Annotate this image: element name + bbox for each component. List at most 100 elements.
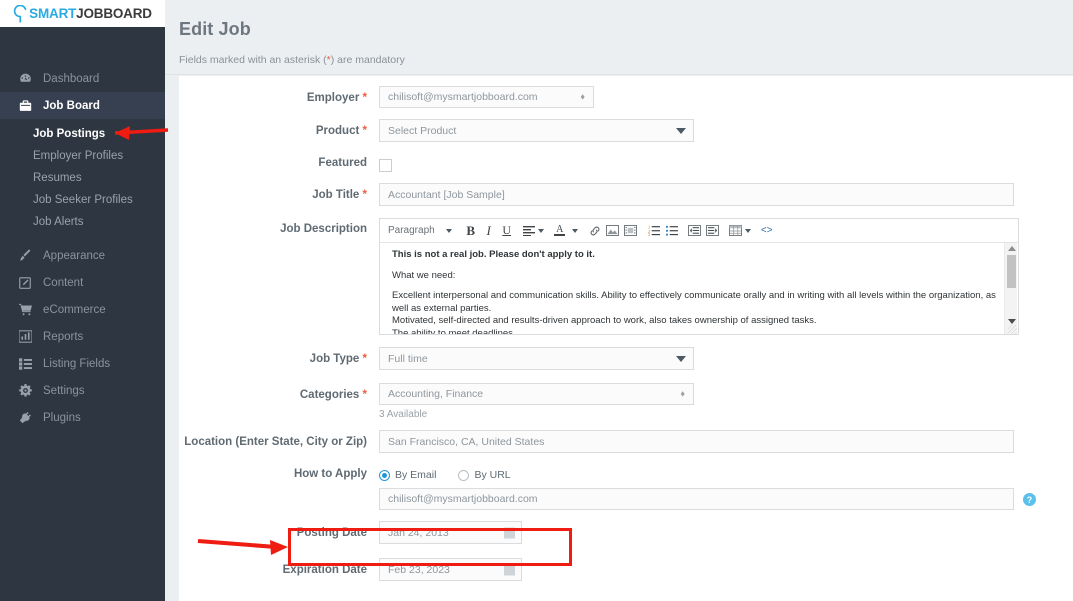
- help-icon[interactable]: ?: [1023, 493, 1036, 506]
- list-icon: [16, 357, 34, 370]
- text-color-button[interactable]: A: [551, 220, 569, 242]
- outdent-icon[interactable]: [686, 220, 704, 242]
- text-color-caret-icon[interactable]: [569, 220, 581, 242]
- unordered-list-icon[interactable]: [663, 220, 681, 242]
- updown-arrows-icon: ♦: [680, 388, 685, 399]
- sidebar-item-content[interactable]: Content: [0, 269, 165, 296]
- job-title-input[interactable]: Accountant [Job Sample]: [379, 183, 1014, 206]
- calendar-icon[interactable]: [504, 564, 515, 575]
- sidebar-item-label: Settings: [43, 384, 85, 397]
- employer-value: chilisoft@mysmartjobboard.com: [388, 91, 538, 103]
- scrollbar-thumb[interactable]: [1007, 255, 1016, 288]
- location-label: Location (Enter State, City or Zip): [184, 436, 367, 448]
- job-type-select[interactable]: Full time: [379, 347, 694, 370]
- editor-line-2: What we need:: [392, 269, 456, 281]
- how-to-apply-value: chilisoft@mysmartjobboard.com: [388, 493, 538, 505]
- product-label: Product *: [315, 125, 367, 137]
- paragraph-format-dropdown[interactable]: Paragraph: [384, 220, 441, 242]
- edit-job-screen: SMARTJOBBOARD Dashboard Job Board Job Po…: [0, 0, 1073, 601]
- editor-resize-handle[interactable]: [1008, 325, 1017, 334]
- editor-line-5: The ability to meet deadlines.: [392, 327, 516, 334]
- note-prefix: Fields marked with an asterisk (: [179, 54, 327, 66]
- radio-by-email[interactable]: By Email: [379, 469, 436, 481]
- location-value: San Francisco, CA, United States: [388, 435, 545, 448]
- job-title-value: Accountant [Job Sample]: [388, 188, 505, 201]
- sidebar-item-job-seeker-profiles[interactable]: Job Seeker Profiles: [0, 189, 165, 211]
- sidebar-item-employer-profiles[interactable]: Employer Profiles: [0, 145, 165, 167]
- rich-text-editor[interactable]: Paragraph B I U A 1 2 3 <> This is not a…: [379, 218, 1019, 335]
- cart-icon: [16, 303, 34, 316]
- sidebar-item-reports[interactable]: Reports: [0, 323, 165, 350]
- main-content: Edit Job Fields marked with an asterisk …: [165, 0, 1073, 601]
- expiration-date-value: Feb 23, 2023: [388, 563, 450, 576]
- table-icon[interactable]: [727, 220, 753, 242]
- featured-label: Featured: [318, 157, 367, 169]
- sidebar-item-label: Dashboard: [43, 72, 100, 85]
- sidebar-item-job-postings[interactable]: Job Postings: [0, 123, 165, 145]
- field-row-job-description: Job Description Paragraph B I U A 1 2 3 …: [179, 218, 1073, 335]
- scroll-up-arrow-icon[interactable]: [1008, 246, 1016, 251]
- page-header: Edit Job Fields marked with an asterisk …: [165, 0, 1073, 75]
- radio-dot-icon: [458, 469, 470, 481]
- sidebar: SMARTJOBBOARD Dashboard Job Board Job Po…: [0, 0, 165, 601]
- sidebar-item-settings[interactable]: Settings: [0, 377, 165, 404]
- radio-dot-icon: [379, 469, 390, 481]
- dashboard-icon: [16, 72, 34, 85]
- field-row-featured: Featured: [179, 155, 1073, 172]
- edit-job-form: Employer * chilisoft@mysmartjobboard.com…: [179, 76, 1073, 581]
- page-title: Edit Job: [179, 19, 251, 39]
- source-code-button[interactable]: <>: [758, 220, 776, 242]
- sidebar-subitem-label: Job Seeker Profiles: [33, 194, 133, 206]
- sidebar-subitem-label: Resumes: [33, 172, 82, 184]
- posting-date-input[interactable]: Jan 24, 2013: [379, 521, 522, 544]
- editor-content[interactable]: This is not a real job. Please don't app…: [380, 243, 1018, 334]
- sidebar-item-job-alerts[interactable]: Job Alerts: [0, 211, 165, 233]
- field-row-job-type: Job Type * Full time: [179, 347, 1073, 370]
- sidebar-item-listing-fields[interactable]: Listing Fields: [0, 350, 165, 377]
- sidebar-item-appearance[interactable]: Appearance: [0, 242, 165, 269]
- categories-select[interactable]: Accounting, Finance ♦: [379, 383, 694, 405]
- underline-button[interactable]: U: [498, 220, 516, 242]
- bold-button[interactable]: B: [462, 220, 480, 242]
- image-icon[interactable]: [604, 220, 622, 242]
- briefcase-icon: [16, 99, 34, 112]
- featured-checkbox[interactable]: [379, 159, 392, 172]
- brand-logo[interactable]: SMARTJOBBOARD: [0, 0, 165, 27]
- italic-button[interactable]: I: [480, 220, 498, 242]
- gear-icon: [16, 384, 34, 397]
- sidebar-item-label: Content: [43, 276, 84, 289]
- sidebar-item-dashboard[interactable]: Dashboard: [0, 65, 165, 92]
- paragraph-dropdown-caret-icon[interactable]: [441, 220, 457, 242]
- updown-arrows-icon: ♦: [580, 91, 585, 102]
- sidebar-nav: Dashboard Job Board Job Postings Employe…: [0, 27, 165, 431]
- employer-select[interactable]: chilisoft@mysmartjobboard.com ♦: [379, 86, 594, 108]
- indent-icon[interactable]: [704, 220, 722, 242]
- calendar-icon[interactable]: [504, 527, 515, 538]
- sidebar-subitem-label: Employer Profiles: [33, 150, 124, 162]
- expiration-date-input[interactable]: Feb 23, 2023: [379, 558, 522, 581]
- how-to-apply-input[interactable]: chilisoft@mysmartjobboard.com: [379, 488, 1014, 510]
- product-value: Select Product: [388, 124, 457, 137]
- chevron-down-icon: [676, 355, 686, 362]
- field-row-product: Product * Select Product: [179, 119, 1073, 142]
- sidebar-item-resumes[interactable]: Resumes: [0, 167, 165, 189]
- edit-job-form-panel: Employer * chilisoft@mysmartjobboard.com…: [179, 76, 1073, 601]
- link-icon[interactable]: [586, 220, 604, 242]
- product-select[interactable]: Select Product: [379, 119, 694, 142]
- sidebar-item-plugins[interactable]: Plugins: [0, 404, 165, 431]
- radio-by-url[interactable]: By URL: [458, 469, 511, 481]
- location-input[interactable]: San Francisco, CA, United States: [379, 430, 1014, 453]
- sidebar-item-ecommerce[interactable]: eCommerce: [0, 296, 165, 323]
- sidebar-item-job-board[interactable]: Job Board: [0, 92, 165, 119]
- ordered-list-icon[interactable]: 123: [645, 220, 663, 242]
- align-left-icon[interactable]: [521, 220, 546, 242]
- sidebar-item-label: Job Board: [43, 99, 100, 112]
- scroll-down-arrow-icon[interactable]: [1008, 319, 1016, 324]
- editor-line-1: This is not a real job. Please don't app…: [392, 249, 595, 260]
- editor-scrollbar[interactable]: [1004, 243, 1017, 334]
- categories-value: Accounting, Finance: [388, 388, 484, 400]
- how-to-apply-radio-group: By Email By URL: [379, 465, 1073, 485]
- video-icon[interactable]: [622, 220, 640, 242]
- sidebar-item-label: Appearance: [43, 249, 106, 262]
- bar-chart-icon: [16, 330, 34, 343]
